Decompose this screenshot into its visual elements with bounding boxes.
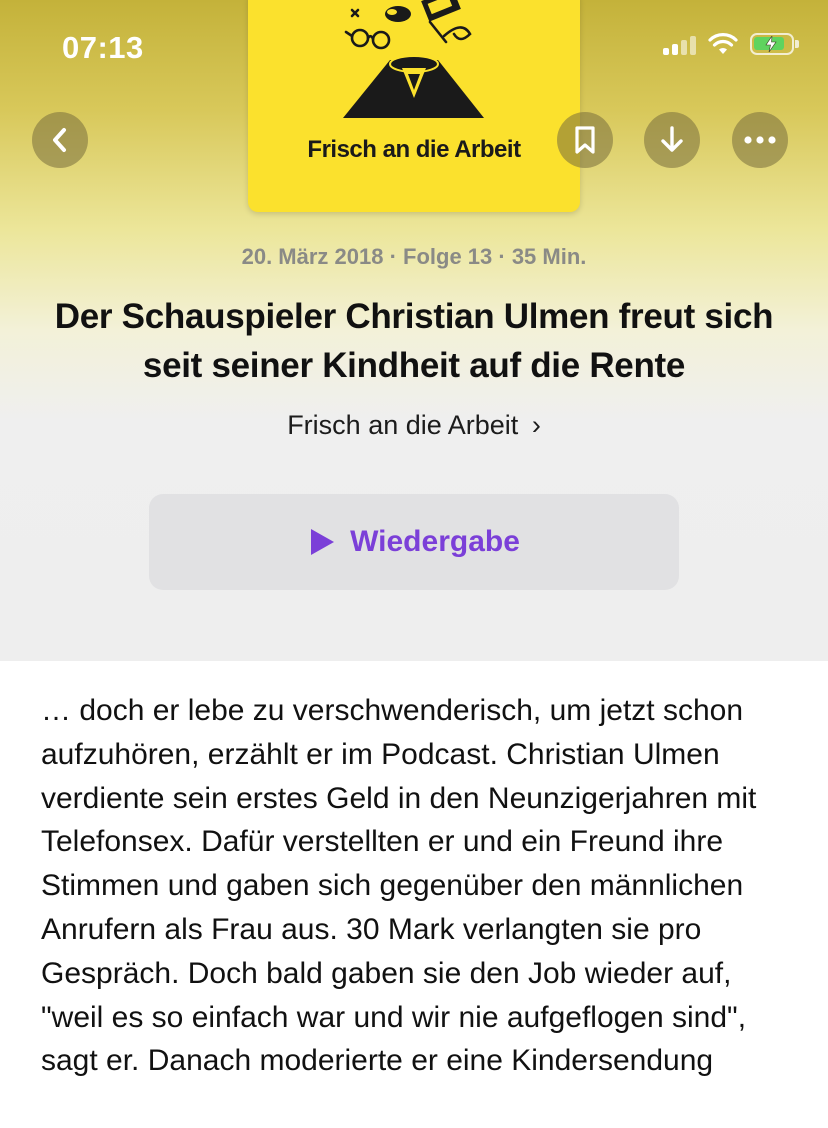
- download-arrow-icon: [661, 126, 683, 152]
- episode-header: 07:13 Frisch an die Arbeit 20. März 2018…: [0, 0, 828, 661]
- download-button[interactable]: [644, 112, 700, 168]
- battery-charging-icon: [750, 33, 799, 55]
- more-options-button[interactable]: [732, 112, 788, 168]
- play-button-label: Wiedergabe: [350, 525, 520, 558]
- cellular-signal-icon: [663, 33, 696, 55]
- play-button[interactable]: Wiedergabe: [149, 494, 679, 590]
- episode-meta: 20. März 2018 · Folge 13 · 35 Min.: [241, 244, 587, 269]
- bookmark-icon: [575, 126, 595, 154]
- show-name: Frisch an die Arbeit: [287, 410, 519, 440]
- status-icons: [663, 33, 799, 55]
- play-icon: [311, 529, 335, 555]
- podcast-cover-art: Frisch an die Arbeit: [248, 0, 580, 212]
- show-link[interactable]: Frisch an die Arbeit ›: [0, 410, 828, 441]
- chevron-right-icon: ›: [531, 410, 541, 440]
- cover-title: Frisch an die Arbeit: [307, 136, 521, 163]
- episode-title: Der Schauspieler Christian Ulmen freut s…: [54, 297, 774, 385]
- episode-description: … doch er lebe zu verschwenderisch, um j…: [41, 694, 757, 1078]
- bookmark-button[interactable]: [557, 112, 613, 168]
- wifi-icon: [708, 33, 738, 54]
- status-time: 07:13: [62, 30, 144, 65]
- ellipsis-icon: [744, 136, 776, 144]
- cover-illustration: [343, 0, 484, 118]
- back-button[interactable]: [32, 112, 88, 168]
- chevron-left-icon: [53, 128, 66, 152]
